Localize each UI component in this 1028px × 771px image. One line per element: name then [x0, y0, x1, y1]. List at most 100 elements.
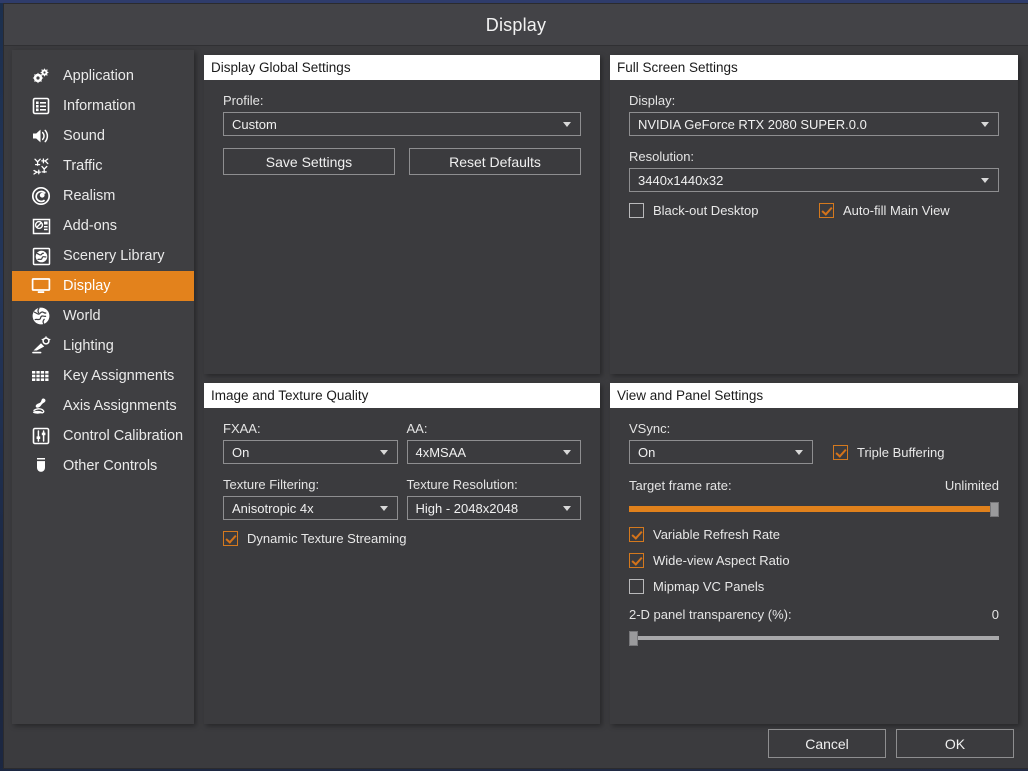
panel-body: Profile: Custom Save Settings Reset Defa… — [204, 80, 600, 374]
fullscreen-checkbox-row: Black-out Desktop Auto-fill Main View — [629, 203, 999, 218]
checkbox-box-checked-icon — [833, 444, 848, 460]
variable-refresh-rate-checkbox[interactable]: Variable Refresh Rate — [629, 527, 780, 542]
aa-value: 4xMSAA — [415, 444, 467, 460]
vsync-label: VSync: — [629, 421, 671, 436]
sidebar-item-display[interactable]: Display — [12, 271, 194, 301]
globe-icon — [30, 305, 52, 327]
texture-labels-row-1: FXAA: AA: — [223, 408, 581, 440]
chevron-down-icon — [563, 506, 571, 511]
sidebar-item-scenery-library[interactable]: Scenery Library — [12, 241, 194, 271]
texture-filtering-label: Texture Filtering: — [223, 477, 320, 492]
transparency-slider[interactable] — [629, 631, 999, 646]
dynamic-texture-streaming-checkbox[interactable]: Dynamic Texture Streaming — [223, 531, 406, 546]
sidebar-item-key-assignments[interactable]: Key Assignments — [12, 361, 194, 391]
panel-body: FXAA: AA: On 4xMSAA Texture Filtering: T — [204, 408, 600, 724]
yoke-icon — [30, 455, 52, 477]
checkbox-box-checked-icon — [819, 203, 834, 218]
fxaa-dropdown[interactable]: On — [223, 440, 398, 464]
transparency-group: 2-D panel transparency (%): 0 — [629, 607, 999, 646]
panel-full-screen-settings: Full Screen Settings Display: NVIDIA GeF… — [610, 55, 1018, 374]
settings-sidebar: Application Information Sound Traffic Re… — [12, 50, 194, 724]
chevron-down-icon — [563, 450, 571, 455]
panel-display-global-settings: Display Global Settings Profile: Custom … — [204, 55, 600, 374]
transparency-value: 0 — [991, 607, 999, 622]
sidebar-item-label: Information — [63, 97, 136, 114]
cancel-button[interactable]: Cancel — [768, 729, 886, 758]
display-value: NVIDIA GeForce RTX 2080 SUPER.0.0 — [638, 116, 867, 132]
sidebar-item-label: Scenery Library — [63, 247, 165, 264]
sidebar-item-realism[interactable]: Realism — [12, 181, 194, 211]
sidebar-item-label: Traffic — [63, 157, 103, 174]
panel-header: View and Panel Settings — [610, 383, 1018, 408]
checkbox-box-icon — [629, 579, 644, 594]
vsync-row: On Triple Buffering — [629, 440, 999, 464]
texture-resolution-value: High - 2048x2048 — [415, 500, 519, 516]
slider-thumb[interactable] — [990, 502, 999, 517]
list-document-icon — [30, 95, 52, 117]
panel-header: Display Global Settings — [204, 55, 600, 80]
wide-view-aspect-ratio-label: Wide-view Aspect Ratio — [653, 553, 790, 568]
sidebar-item-application[interactable]: Application — [12, 61, 194, 91]
save-settings-button[interactable]: Save Settings — [223, 148, 395, 175]
sidebar-item-label: Application — [63, 67, 134, 84]
slider-thumb[interactable] — [629, 631, 638, 646]
triple-buffering-label: Triple Buffering — [857, 444, 945, 460]
sidebar-item-add-ons[interactable]: Add-ons — [12, 211, 194, 241]
target-frame-rate-label: Target frame rate: — [629, 478, 732, 493]
monitor-icon — [30, 275, 52, 297]
resolution-label: Resolution: — [629, 149, 695, 164]
sidebar-item-traffic[interactable]: Traffic — [12, 151, 194, 181]
display-dropdown[interactable]: NVIDIA GeForce RTX 2080 SUPER.0.0 — [629, 112, 999, 136]
checkbox-box-icon — [629, 203, 644, 218]
checkbox-box-checked-icon — [629, 553, 644, 568]
sidebar-item-label: Lighting — [63, 337, 114, 354]
sidebar-item-other-controls[interactable]: Other Controls — [12, 451, 194, 481]
vsync-dropdown[interactable]: On — [629, 440, 813, 464]
profile-value: Custom — [232, 116, 277, 132]
speaker-icon — [30, 125, 52, 147]
panel-header: Image and Texture Quality — [204, 383, 600, 408]
transparency-label: 2-D panel transparency (%): — [629, 607, 792, 622]
chevron-down-icon — [981, 122, 989, 127]
mipmap-vc-panels-checkbox[interactable]: Mipmap VC Panels — [629, 579, 764, 594]
aa-dropdown[interactable]: 4xMSAA — [406, 440, 581, 464]
panel-body: VSync: On Triple Buffering Target frame … — [610, 408, 1018, 724]
texture-resolution-dropdown[interactable]: High - 2048x2048 — [406, 496, 581, 520]
chevron-down-icon — [795, 450, 803, 455]
sidebar-item-lighting[interactable]: Lighting — [12, 331, 194, 361]
target-frame-rate-group: Target frame rate: Unlimited — [629, 478, 999, 517]
resolution-dropdown[interactable]: 3440x1440x32 — [629, 168, 999, 192]
ok-button[interactable]: OK — [896, 729, 1014, 758]
global-button-row: Save Settings Reset Defaults — [223, 148, 581, 175]
sidebar-item-label: World — [63, 307, 101, 324]
sidebar-item-label: Control Calibration — [63, 427, 184, 444]
sidebar-item-sound[interactable]: Sound — [12, 121, 194, 151]
blackout-desktop-label: Black-out Desktop — [653, 203, 759, 218]
checkbox-box-checked-icon — [223, 531, 238, 546]
sidebar-item-label: Add-ons — [63, 217, 118, 234]
aa-label: AA: — [406, 421, 428, 436]
target-frame-rate-slider[interactable] — [629, 502, 999, 517]
chevron-down-icon — [981, 178, 989, 183]
profile-dropdown[interactable]: Custom — [223, 112, 581, 136]
target-frame-rate-value: Unlimited — [944, 478, 999, 493]
display-label: Display: — [629, 93, 676, 108]
slider-track — [629, 636, 999, 640]
wide-view-aspect-ratio-checkbox[interactable]: Wide-view Aspect Ratio — [629, 553, 790, 568]
sidebar-item-information[interactable]: Information — [12, 91, 194, 121]
blackout-desktop-checkbox[interactable]: Black-out Desktop — [629, 203, 819, 218]
display-settings-dialog: Display Application Information Sound Tr… — [4, 4, 1028, 768]
auto-fill-main-view-checkbox[interactable]: Auto-fill Main View — [819, 203, 950, 218]
reset-defaults-button[interactable]: Reset Defaults — [409, 148, 581, 175]
sidebar-item-label: Realism — [63, 187, 116, 204]
keyboard-icon — [30, 365, 52, 387]
panel-body: Display: NVIDIA GeForce RTX 2080 SUPER.0… — [610, 80, 1018, 374]
texture-filtering-dropdown[interactable]: Anisotropic 4x — [223, 496, 398, 520]
triple-buffering-checkbox[interactable]: Triple Buffering — [833, 444, 945, 460]
chevron-down-icon — [379, 450, 388, 455]
sidebar-item-axis-assignments[interactable]: Axis Assignments — [12, 391, 194, 421]
fxaa-label: FXAA: — [223, 421, 261, 436]
sidebar-item-control-calibration[interactable]: Control Calibration — [12, 421, 194, 451]
transparency-head: 2-D panel transparency (%): 0 — [629, 607, 999, 622]
sidebar-item-world[interactable]: World — [12, 301, 194, 331]
